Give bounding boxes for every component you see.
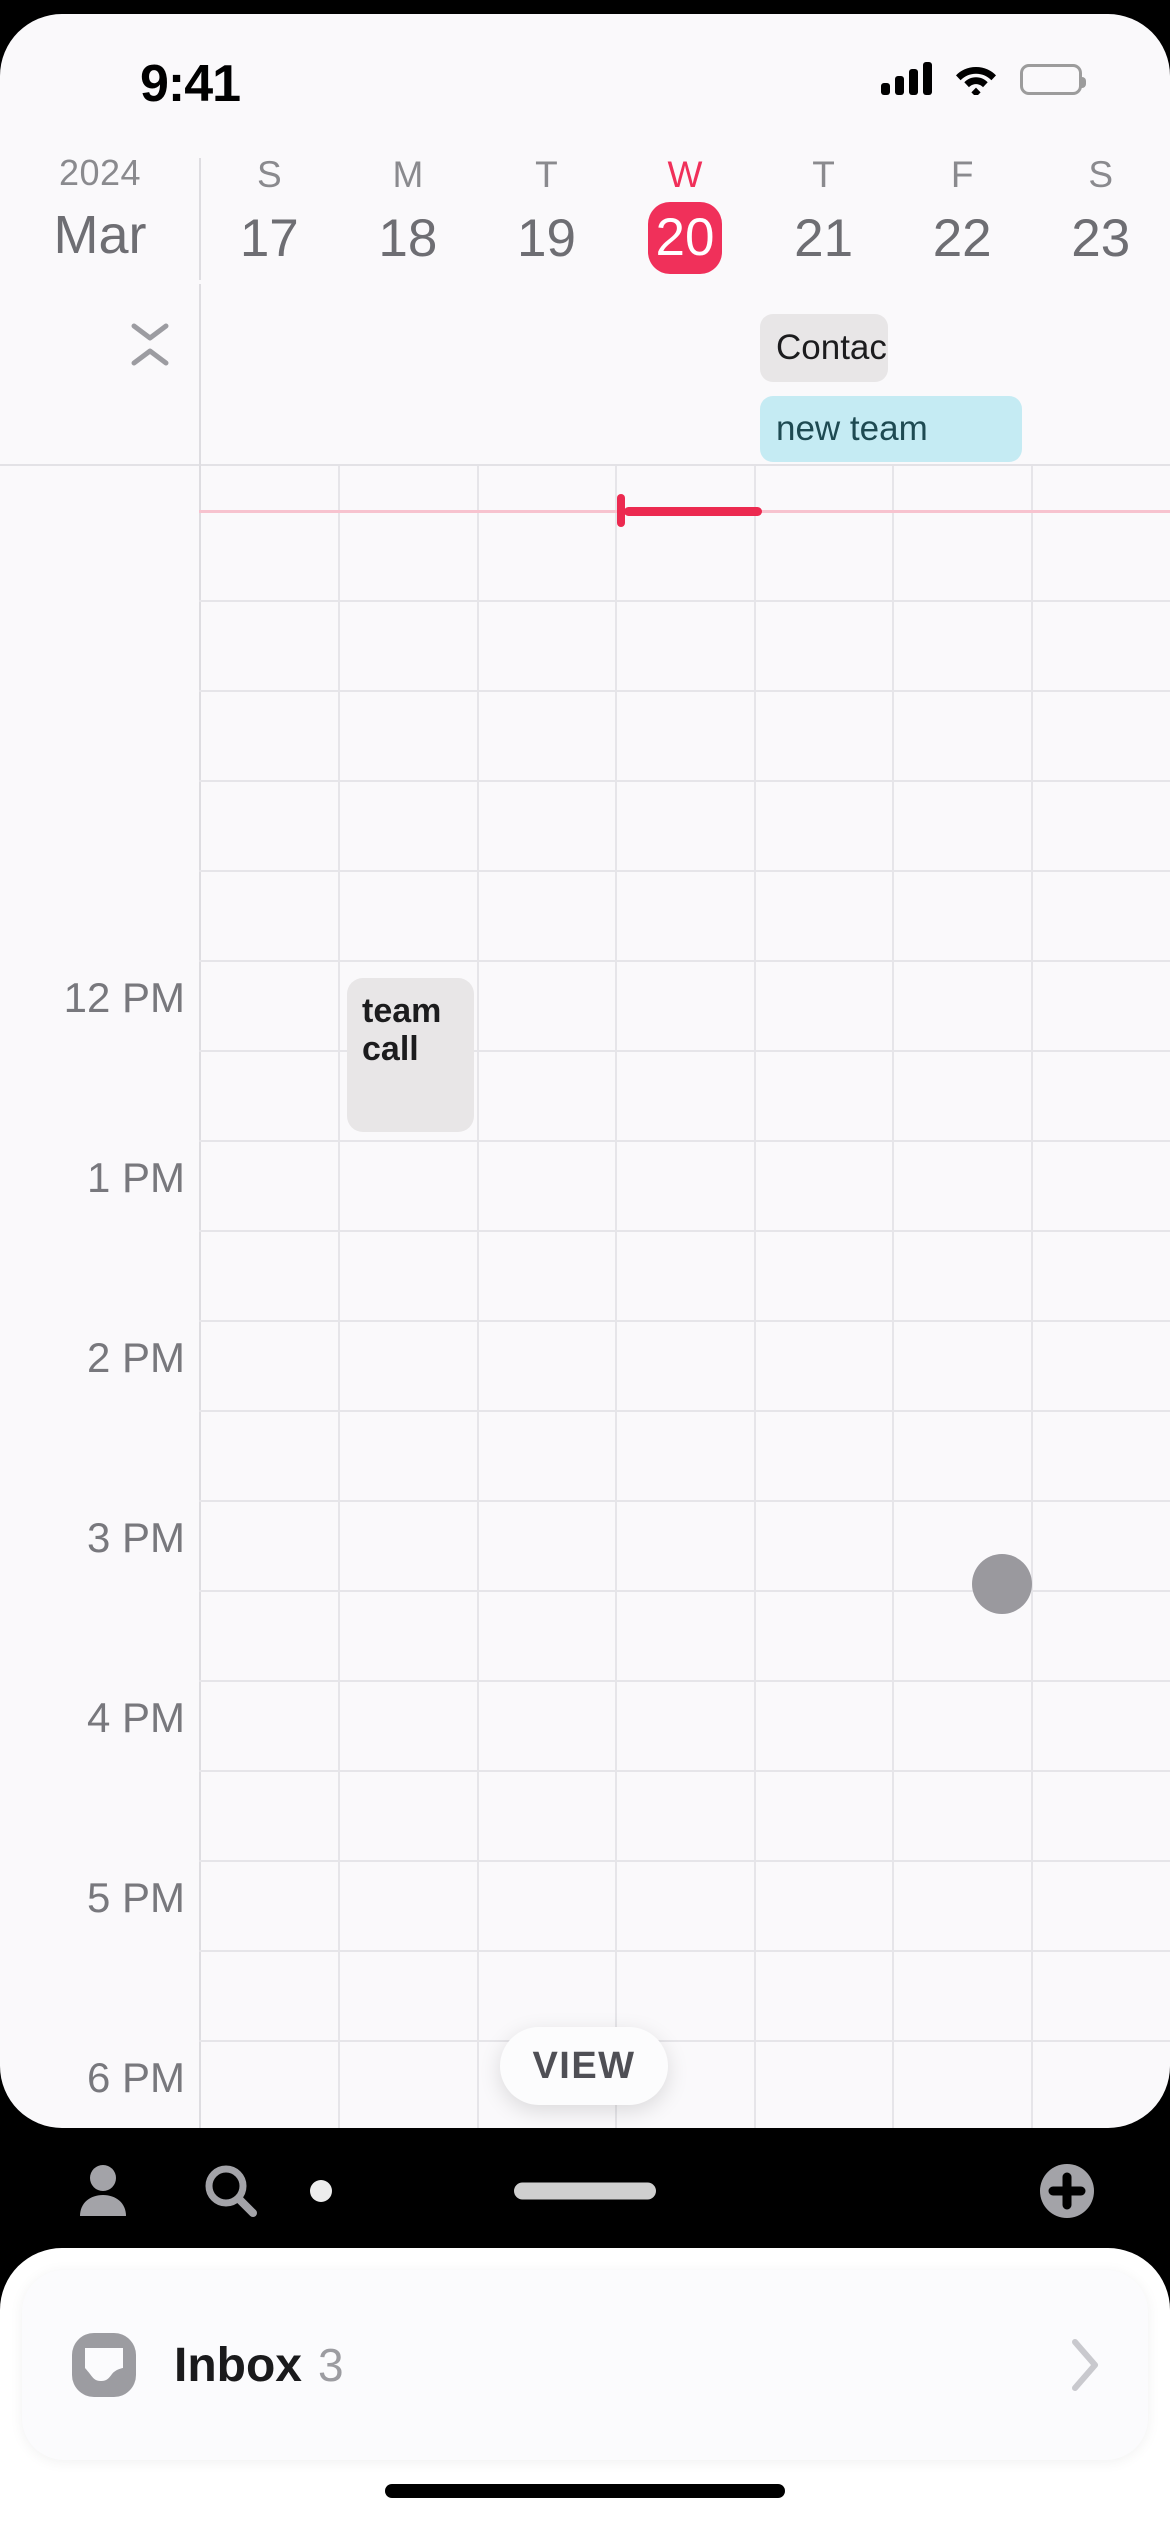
- dow-label: T: [535, 154, 558, 195]
- gridline-col: [892, 466, 894, 2128]
- calendar-sheet: 9:41 2024 Mar S 17 M 18 T 19 W 20 T 21 F…: [0, 14, 1170, 2128]
- phone-screen: 9:41 2024 Mar S 17 M 18 T 19 W 20 T 21 F…: [0, 0, 1170, 2532]
- dow-label: S: [1088, 154, 1114, 195]
- gridline-half: [199, 1320, 1170, 1322]
- gridline-half: [199, 780, 1170, 782]
- gridline-1pm: [199, 690, 1170, 692]
- all-day-cell[interactable]: [339, 284, 478, 466]
- day-header-22[interactable]: F 22: [893, 132, 1032, 284]
- gridline-3pm: [199, 1050, 1170, 1052]
- year-label: 2024: [58, 152, 142, 193]
- time-label: 3 PM: [86, 1514, 185, 1561]
- chevron-down-icon: [131, 323, 169, 340]
- date-label: 23: [1071, 209, 1131, 268]
- view-button[interactable]: VIEW: [500, 2027, 668, 2105]
- gridline-half: [199, 1860, 1170, 1862]
- status-bar: 9:41: [0, 14, 1170, 132]
- day-columns-header: S 17 M 18 T 19 W 20 T 21 F 22 S 23: [200, 132, 1170, 284]
- day-header-21[interactable]: T 21: [754, 132, 893, 284]
- plus-circle-icon[interactable]: [1036, 2160, 1098, 2222]
- gridline-col: [754, 466, 756, 2128]
- search-icon[interactable]: [200, 2160, 262, 2222]
- day-header-18[interactable]: M 18: [339, 132, 478, 284]
- collapse-chevrons-icon[interactable]: [120, 314, 180, 374]
- date-label-today: 20: [648, 202, 723, 274]
- date-label: 22: [932, 209, 992, 268]
- all-day-cell[interactable]: [477, 284, 616, 466]
- date-label: 19: [516, 209, 576, 268]
- chevron-right-icon[interactable]: [1068, 2336, 1102, 2394]
- day-header-20-today[interactable]: W 20: [616, 132, 755, 284]
- gridline-col: [1031, 466, 1033, 2128]
- dow-label: M: [392, 154, 424, 195]
- all-day-grid: [200, 284, 1170, 466]
- drag-handle-dot[interactable]: [972, 1554, 1032, 1614]
- gridline-4pm: [199, 1230, 1170, 1232]
- gridline-8pm: [199, 1950, 1170, 1952]
- event-team-call[interactable]: team call: [347, 978, 474, 1132]
- chevron-up-icon: [131, 348, 169, 365]
- inbox-label: Inbox: [174, 2338, 302, 2392]
- gridline-half: [199, 960, 1170, 962]
- time-label: 2 PM: [86, 1334, 185, 1381]
- gridline-2pm: [199, 870, 1170, 872]
- drag-handle-icon[interactable]: [514, 2182, 656, 2200]
- status-bar-icons: [881, 61, 1086, 95]
- battery-full-icon: [1020, 64, 1086, 95]
- time-label: 1 PM: [86, 1154, 185, 1201]
- month-label-block[interactable]: 2024 Mar: [0, 132, 200, 284]
- bottom-toolbar: [0, 2128, 1170, 2254]
- status-bar-clock: 9:41: [140, 55, 241, 113]
- gridline-5pm: [199, 1410, 1170, 1412]
- wifi-icon: [956, 67, 996, 95]
- day-header-23[interactable]: S 23: [1031, 132, 1170, 284]
- gridline-half: [199, 1680, 1170, 1682]
- current-time-bar-today: [624, 507, 762, 516]
- gridline-col: [477, 466, 479, 2128]
- time-grid: 12 PM 1 PM 2 PM 3 PM 4 PM 5 PM 6 PM 7 PM…: [0, 466, 1170, 2128]
- week-header: 2024 Mar S 17 M 18 T 19 W 20 T 21 F 22 S…: [0, 132, 1170, 284]
- gridline-half: [199, 1140, 1170, 1142]
- home-indicator: [385, 2484, 785, 2498]
- date-label: 17: [239, 209, 299, 268]
- gridline-7pm: [199, 1770, 1170, 1772]
- gridline-col: [338, 466, 340, 2128]
- dow-label: F: [950, 154, 974, 195]
- all-day-cell[interactable]: [1031, 284, 1170, 466]
- dow-label: S: [256, 154, 282, 195]
- dow-label: T: [812, 154, 835, 195]
- person-icon[interactable]: [72, 2160, 134, 2222]
- current-time-tick: [617, 494, 625, 527]
- time-label: 5 PM: [86, 1874, 185, 1921]
- day-header-19[interactable]: T 19: [477, 132, 616, 284]
- gridline-half: [199, 1500, 1170, 1502]
- gridline-half: [199, 2040, 1170, 2042]
- time-label: 4 PM: [86, 1694, 185, 1741]
- time-label: 12 PM: [63, 974, 185, 1021]
- inbox-tray-icon: [72, 2333, 136, 2397]
- time-label: 6 PM: [86, 2054, 185, 2101]
- inbox-card[interactable]: Inbox 3: [22, 2270, 1148, 2460]
- dow-label: W: [667, 154, 703, 195]
- all-day-cell[interactable]: [616, 284, 755, 466]
- month-label: Mar: [53, 205, 147, 265]
- all-day-event-new-team[interactable]: new team: [760, 396, 1022, 462]
- dot-icon[interactable]: [310, 2180, 332, 2202]
- all-day-event-contact[interactable]: Contac: [760, 314, 888, 382]
- gridline-half: [199, 600, 1170, 602]
- signal-bars-icon: [881, 61, 932, 95]
- day-header-17[interactable]: S 17: [200, 132, 339, 284]
- all-day-cell[interactable]: [200, 284, 339, 466]
- date-label: 21: [794, 209, 854, 268]
- gridline-col: [615, 466, 617, 2128]
- inbox-count-badge: 3: [318, 2339, 344, 2391]
- time-gutter-divider: [199, 466, 201, 2128]
- date-label: 18: [378, 209, 438, 268]
